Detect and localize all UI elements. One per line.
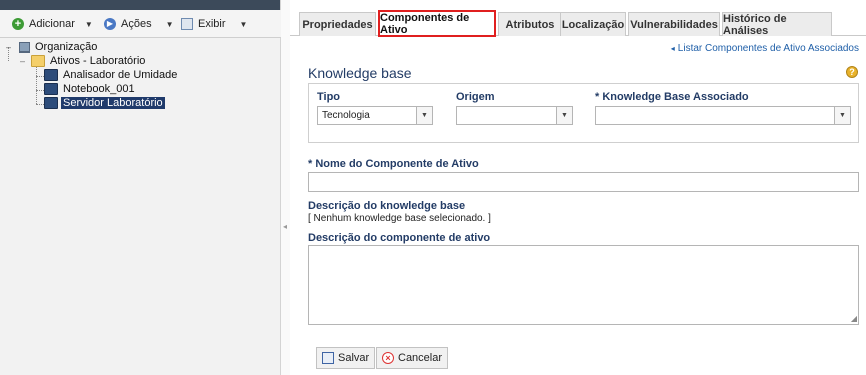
tipo-select[interactable]: Tecnologia ▼ xyxy=(317,106,433,125)
tree-node-item[interactable]: Analisador de Umidade xyxy=(44,68,179,82)
detail-panel: Propriedades Componentes de Ativo Atribu… xyxy=(290,0,866,375)
computer-icon xyxy=(44,69,58,81)
nome-componente-input[interactable] xyxy=(308,172,859,192)
descricao-componente-label: Descrição do componente de ativo xyxy=(308,232,491,244)
collapse-icon[interactable]: – xyxy=(4,42,13,52)
cancel-button[interactable]: × Cancelar xyxy=(376,347,449,369)
save-button[interactable]: Salvar xyxy=(316,347,376,369)
add-icon: + xyxy=(12,18,24,30)
descricao-kb-label: Descrição do knowledge base xyxy=(308,200,466,212)
tree-node-item[interactable]: Notebook_001 xyxy=(44,82,179,96)
collapse-icon[interactable]: – xyxy=(18,56,27,66)
chevron-down-icon[interactable]: ▼ xyxy=(834,107,850,124)
chevron-down-icon[interactable]: ▼ xyxy=(556,107,572,124)
descricao-kb-value: [ Nenhum knowledge base selecionado. ] xyxy=(308,213,491,224)
origem-label: Origem xyxy=(456,91,495,103)
origem-select[interactable]: ▼ xyxy=(456,106,573,125)
tipo-label: Tipo xyxy=(317,91,341,103)
view-button-label: Exibir xyxy=(198,18,226,30)
nome-componente-label: * Nome do Componente de Ativo xyxy=(308,158,479,170)
knowledge-base-group: Tipo Tecnologia ▼ Origem ▼ * Knowledge B… xyxy=(308,83,859,143)
tipo-value: Tecnologia xyxy=(322,110,370,121)
view-icon xyxy=(181,18,193,30)
tree-connector xyxy=(36,76,44,77)
save-icon xyxy=(322,352,334,364)
section-title: Knowledge base xyxy=(308,65,412,81)
tab-vulnerabilidades[interactable]: Vulnerabilidades xyxy=(628,12,720,36)
tab-componentes-de-ativo[interactable]: Componentes de Ativo xyxy=(378,10,496,37)
cancel-icon: × xyxy=(382,352,394,364)
panel-splitter[interactable]: ◂ xyxy=(281,0,290,375)
tree-node-label: Organização xyxy=(35,41,98,53)
chevron-down-icon[interactable]: ▼ xyxy=(85,20,93,29)
tree-node-label: Servidor Laboratório xyxy=(61,97,165,109)
tab-bar: Propriedades Componentes de Ativo Atribu… xyxy=(290,8,866,37)
organization-icon xyxy=(19,41,30,53)
chevron-down-icon[interactable]: ▼ xyxy=(166,20,174,29)
add-button[interactable]: + Adicionar ▼ xyxy=(12,16,93,32)
tree-node-label: Ativos - Laboratório xyxy=(50,55,146,67)
help-icon[interactable]: ? xyxy=(846,66,858,78)
tree-connector xyxy=(36,104,44,105)
collapse-handle-icon[interactable]: ◂ xyxy=(283,222,287,231)
tree-node-root[interactable]: – Organização xyxy=(4,40,179,54)
tree-connector xyxy=(36,90,44,91)
actions-button-label: Ações xyxy=(121,18,152,30)
computer-icon xyxy=(44,83,58,95)
list-components-link-label: Listar Componentes de Ativo Associados xyxy=(677,43,859,54)
kb-associado-select[interactable]: ▼ xyxy=(595,106,851,125)
asset-tree: – Organização – Ativos - Laboratório Ana… xyxy=(4,40,179,110)
tree-node-folder[interactable]: – Ativos - Laboratório xyxy=(18,54,179,68)
descricao-componente-textarea[interactable]: ◢ xyxy=(308,245,859,325)
computer-icon xyxy=(44,97,58,109)
list-components-link[interactable]: ◂ Listar Componentes de Ativo Associados xyxy=(671,43,859,54)
tab-atributos[interactable]: Atributos xyxy=(498,12,562,36)
tab-localizacao[interactable]: Localização xyxy=(560,12,626,36)
actions-icon: ▶ xyxy=(104,18,116,30)
kb-associado-label: * Knowledge Base Associado xyxy=(595,91,749,103)
actions-button[interactable]: ▶ Ações ▼ xyxy=(104,16,174,32)
resize-handle-icon[interactable]: ◢ xyxy=(851,314,857,323)
arrow-left-icon: ◂ xyxy=(670,44,675,53)
left-header-bar xyxy=(0,0,280,10)
chevron-down-icon[interactable]: ▼ xyxy=(416,107,432,124)
chevron-down-icon[interactable]: ▼ xyxy=(240,20,248,29)
add-button-label: Adicionar xyxy=(29,18,75,30)
folder-icon xyxy=(31,55,45,67)
cancel-button-label: Cancelar xyxy=(398,352,443,364)
tab-propriedades[interactable]: Propriedades xyxy=(299,12,376,36)
tree-node-label: Analisador de Umidade xyxy=(63,69,178,81)
tree-node-item-selected[interactable]: Servidor Laboratório xyxy=(44,96,179,110)
navigation-panel: + Adicionar ▼ ▶ Ações ▼ Exibir ▼ – Organ… xyxy=(0,0,281,375)
view-button[interactable]: Exibir ▼ xyxy=(181,16,247,32)
tab-historico-de-analises[interactable]: Histórico de Análises xyxy=(722,12,832,37)
save-button-label: Salvar xyxy=(338,352,370,364)
tree-toolbar: + Adicionar ▼ ▶ Ações ▼ Exibir ▼ xyxy=(0,10,281,38)
tree-node-label: Notebook_001 xyxy=(63,83,135,95)
